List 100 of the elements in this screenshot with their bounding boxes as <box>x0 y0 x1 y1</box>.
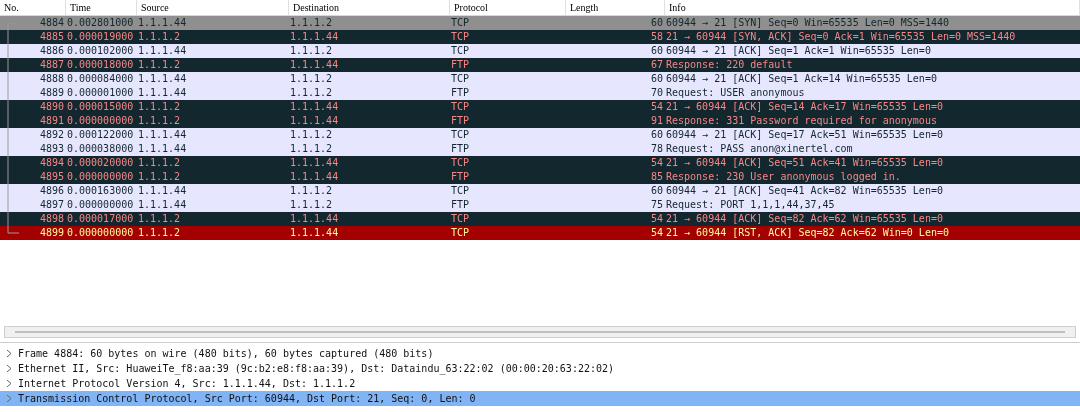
table-cell: TCP <box>451 157 470 168</box>
packet-row[interactable]: 4893 0.000038000 1.1.1.44 1.1.1.2 FTP 78 Request: PASS anon@xinertel.com <box>0 142 1080 156</box>
detail-row[interactable]: Frame 4884: 60 bytes on wire (480 bits), 60 bytes captured (480 bits) <box>0 346 1080 361</box>
column-header[interactable]: Protocol <box>450 0 566 15</box>
table-cell: 1.1.1.2 <box>290 143 333 154</box>
table-cell: 0.000000000 <box>67 171 134 182</box>
table-cell: TCP <box>451 227 470 238</box>
table-cell: 1.1.1.44 <box>290 31 339 42</box>
detail-row[interactable]: Ethernet II, Src: HuaweiTe_f8:aa:39 (9c:b2:e8:f8:aa:39), Dst: Dataindu_63:22:02 (00:00:20:63:22:02) <box>0 361 1080 376</box>
packet-row[interactable]: 4899 0.000000000 1.1.1.2 1.1.1.44 TCP 54 21 → 60944 [RST, ACK] Seq=82 Ack=62 Win=0 Len=0 <box>0 226 1080 240</box>
table-cell: 1.1.1.44 <box>290 171 339 182</box>
packet-row[interactable]: 4884 0.002801000 1.1.1.44 1.1.1.2 TCP 60 60944 → 21 [SYN] Seq=0 Win=65535 Len=0 MSS=1440 <box>0 16 1080 30</box>
packet-row[interactable]: 4885 0.000019000 1.1.1.2 1.1.1.44 TCP 58 21 → 60944 [SYN, ACK] Seq=0 Ack=1 Win=65535 Len=0 MSS=1440 <box>0 30 1080 44</box>
packet-row[interactable]: 4896 0.000163000 1.1.1.44 1.1.1.2 TCP 60 60944 → 21 [ACK] Seq=41 Ack=82 Win=65535 Len=0 <box>0 184 1080 198</box>
table-cell: 0.000017000 <box>67 213 134 224</box>
horizontal-scrollbar[interactable] <box>4 326 1076 338</box>
table-cell: 54 <box>650 157 663 168</box>
column-header[interactable]: No. <box>0 0 66 15</box>
table-cell: TCP <box>451 17 470 28</box>
table-cell: 1.1.1.2 <box>138 115 181 126</box>
table-cell: 1.1.1.2 <box>290 87 333 98</box>
table-cell: 1.1.1.44 <box>290 115 339 126</box>
column-header[interactable]: Source <box>137 0 289 15</box>
table-cell: 4884 <box>39 17 64 28</box>
table-cell: 1.1.1.44 <box>290 213 339 224</box>
table-cell: 4899 <box>39 227 64 238</box>
packet-row[interactable]: 4889 0.000001000 1.1.1.44 1.1.1.2 FTP 70 Request: USER anonymous <box>0 86 1080 100</box>
packet-row[interactable]: 4886 0.000102000 1.1.1.44 1.1.1.2 TCP 60 60944 → 21 [ACK] Seq=1 Ack=1 Win=65535 Len=0 <box>0 44 1080 58</box>
table-cell: Response: 230 User anonymous logged in. <box>666 171 901 182</box>
packet-row[interactable]: 4890 0.000015000 1.1.1.2 1.1.1.44 TCP 54 21 → 60944 [ACK] Seq=14 Ack=17 Win=65535 Len=0 <box>0 100 1080 114</box>
table-cell: 1.1.1.44 <box>290 227 339 238</box>
table-cell: 1.1.1.2 <box>290 199 333 210</box>
table-cell: 60 <box>650 73 663 84</box>
packet-row[interactable]: 4891 0.000000000 1.1.1.2 1.1.1.44 FTP 91 Response: 331 Password required for anonymous <box>0 114 1080 128</box>
packet-row[interactable]: 4892 0.000122000 1.1.1.44 1.1.1.2 TCP 60 60944 → 21 [ACK] Seq=17 Ack=51 Win=65535 Len=0 <box>0 128 1080 142</box>
table-cell: 4887 <box>39 59 64 70</box>
table-cell: 0.000102000 <box>67 45 134 56</box>
table-cell: 60944 → 21 [ACK] Seq=1 Ack=14 Win=65535 Len=0 <box>666 73 937 84</box>
table-cell: 58 <box>650 31 663 42</box>
packet-row[interactable]: 4895 0.000000000 1.1.1.2 1.1.1.44 FTP 85 Response: 230 User anonymous logged in. <box>0 170 1080 184</box>
table-cell: 4898 <box>39 213 64 224</box>
table-cell: 4885 <box>39 31 64 42</box>
table-cell: 4892 <box>39 129 64 140</box>
table-cell: 1.1.1.2 <box>290 17 333 28</box>
detail-text: Internet Protocol Version 4, Src: 1.1.1.44, Dst: 1.1.1.2 <box>18 377 356 391</box>
packet-row[interactable]: 4888 0.000084000 1.1.1.44 1.1.1.2 TCP 60 60944 → 21 [ACK] Seq=1 Ack=14 Win=65535 Len=0 <box>0 72 1080 86</box>
table-cell: 0.000122000 <box>67 129 134 140</box>
table-cell: 1.1.1.2 <box>138 157 181 168</box>
table-cell: 4890 <box>39 101 64 112</box>
table-cell: 78 <box>650 143 663 154</box>
table-cell: 1.1.1.44 <box>290 157 339 168</box>
column-header[interactable]: Length <box>566 0 665 15</box>
table-cell: 1.1.1.44 <box>138 87 187 98</box>
packet-row[interactable]: 4898 0.000017000 1.1.1.2 1.1.1.44 TCP 54 21 → 60944 [ACK] Seq=82 Ack=62 Win=65535 Len=0 <box>0 212 1080 226</box>
table-cell: TCP <box>451 129 470 140</box>
table-cell: 1.1.1.2 <box>290 185 333 196</box>
table-cell: 1.1.1.2 <box>138 227 181 238</box>
table-cell: 4893 <box>39 143 64 154</box>
table-cell: 0.000163000 <box>67 185 134 196</box>
table-cell: 1.1.1.44 <box>138 199 187 210</box>
table-cell: 1.1.1.2 <box>138 31 181 42</box>
table-cell: 70 <box>650 87 663 98</box>
table-cell: 1.1.1.2 <box>290 129 333 140</box>
table-cell: 0.000015000 <box>67 101 134 112</box>
table-cell: TCP <box>451 73 470 84</box>
table-cell: 21 → 60944 [RST, ACK] Seq=82 Ack=62 Win=0 Len=0 <box>666 227 949 238</box>
table-cell: 0.000000000 <box>67 227 134 238</box>
detail-row[interactable]: Transmission Control Protocol, Src Port: 60944, Dst Port: 21, Seq: 0, Len: 0 <box>0 391 1080 406</box>
table-cell: Request: PASS anon@xinertel.com <box>666 143 853 154</box>
column-header[interactable]: Info <box>665 0 1080 15</box>
packet-row[interactable]: 4887 0.000018000 1.1.1.2 1.1.1.44 FTP 67 Response: 220 default <box>0 58 1080 72</box>
table-cell: 60 <box>650 17 663 28</box>
conversation-bracket-icon <box>7 23 21 234</box>
table-cell: 1.1.1.44 <box>138 129 187 140</box>
table-cell: 1.1.1.2 <box>290 45 333 56</box>
detail-row[interactable]: Internet Protocol Version 4, Src: 1.1.1.44, Dst: 1.1.1.2 <box>0 376 1080 391</box>
column-header[interactable]: Destination <box>289 0 450 15</box>
table-cell: FTP <box>451 115 470 126</box>
table-cell: 4897 <box>39 199 64 210</box>
table-cell: TCP <box>451 213 470 224</box>
packet-row[interactable]: 4894 0.000020000 1.1.1.2 1.1.1.44 TCP 54 21 → 60944 [ACK] Seq=51 Ack=41 Win=65535 Len=0 <box>0 156 1080 170</box>
table-cell: 85 <box>650 171 663 182</box>
table-cell: 4894 <box>39 157 64 168</box>
detail-text: Transmission Control Protocol, Src Port: 60944, Dst Port: 21, Seq: 0, Len: 0 <box>18 392 476 406</box>
table-cell: 54 <box>650 213 663 224</box>
table-cell: 0.000038000 <box>67 143 134 154</box>
detail-text: Ethernet II, Src: HuaweiTe_f8:aa:39 (9c:b2:e8:f8:aa:39), Dst: Dataindu_63:22:02 (00:00:20:63:22:02) <box>18 362 615 376</box>
column-header[interactable]: Time <box>66 0 137 15</box>
table-cell: 1.1.1.44 <box>138 17 187 28</box>
table-cell: 1.1.1.44 <box>290 101 339 112</box>
packet-row[interactable]: 4897 0.000000000 1.1.1.44 1.1.1.2 FTP 75 Request: PORT 1,1,1,44,37,45 <box>0 198 1080 212</box>
table-cell: FTP <box>451 199 470 210</box>
table-cell: 1.1.1.2 <box>138 59 181 70</box>
table-cell: TCP <box>451 185 470 196</box>
table-cell: 21 → 60944 [ACK] Seq=51 Ack=41 Win=65535 Len=0 <box>666 157 943 168</box>
table-cell: 0.000020000 <box>67 157 134 168</box>
table-cell: 0.000001000 <box>67 87 134 98</box>
table-cell: 0.000084000 <box>67 73 134 84</box>
table-cell: 1.1.1.44 <box>138 143 187 154</box>
table-cell: FTP <box>451 171 470 182</box>
